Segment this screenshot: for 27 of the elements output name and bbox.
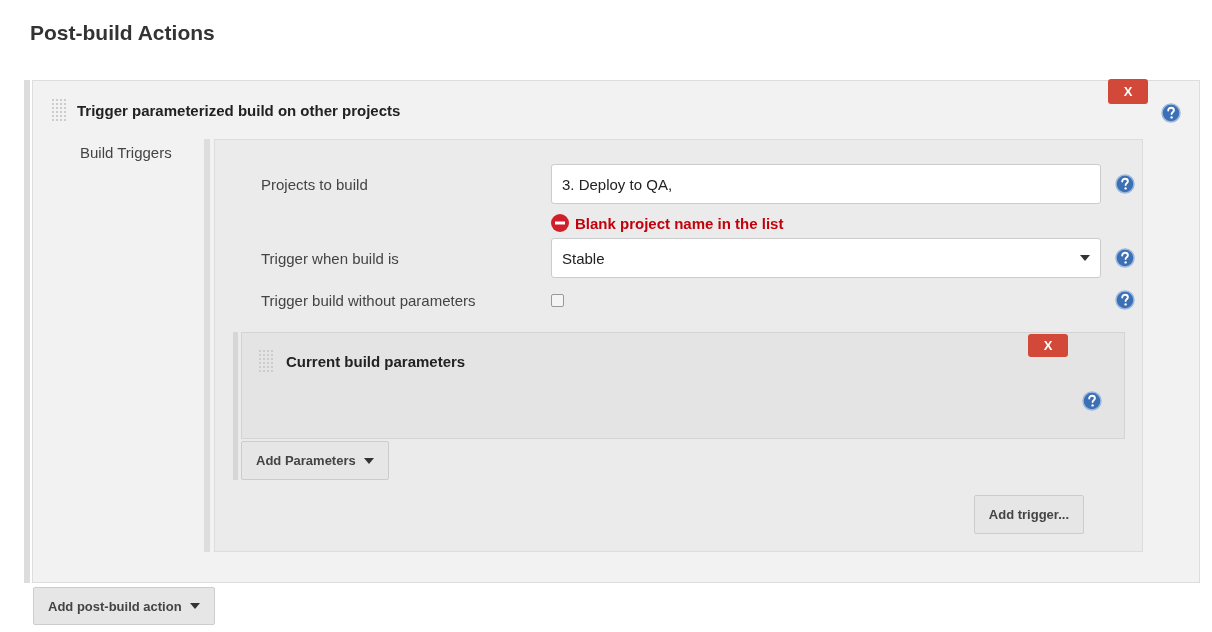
error-icon [551, 214, 569, 232]
delete-button[interactable]: X [1028, 334, 1068, 357]
field-label: Trigger build without parameters [261, 291, 477, 309]
add-parameters-button[interactable]: Add Parameters [241, 441, 389, 480]
help-icon[interactable] [1115, 174, 1135, 194]
checkbox[interactable] [551, 293, 564, 307]
help-icon[interactable] [1161, 103, 1181, 123]
help-icon[interactable] [1115, 248, 1135, 268]
action-title: Trigger parameterized build on other projects [77, 101, 401, 119]
input-field[interactable]: 3. Deploy to QA, [551, 164, 1101, 204]
add-post-build-action-button[interactable]: Add post-build action [33, 587, 215, 625]
parameters-title: Current build parameters [286, 352, 466, 370]
dropdown-arrow-icon [1080, 255, 1090, 261]
help-icon[interactable] [1115, 290, 1135, 310]
drag-handle-icon[interactable] [51, 98, 67, 122]
caret-icon [189, 603, 200, 609]
field-label: Trigger when build is [261, 249, 400, 267]
caret-icon [363, 457, 374, 464]
delete-button[interactable]: X [1108, 79, 1148, 104]
drag-handle-icon[interactable] [258, 349, 274, 373]
error-message: Blank project name in the list [575, 214, 784, 232]
add-trigger-button[interactable]: Add trigger... [973, 495, 1084, 534]
section-title: Post-build Actions [30, 20, 216, 46]
field-label: Projects to build [261, 175, 369, 193]
dropdown[interactable]: Stable [551, 238, 1101, 278]
help-icon[interactable] [1082, 391, 1102, 411]
group-label: Build Triggers [80, 143, 173, 163]
